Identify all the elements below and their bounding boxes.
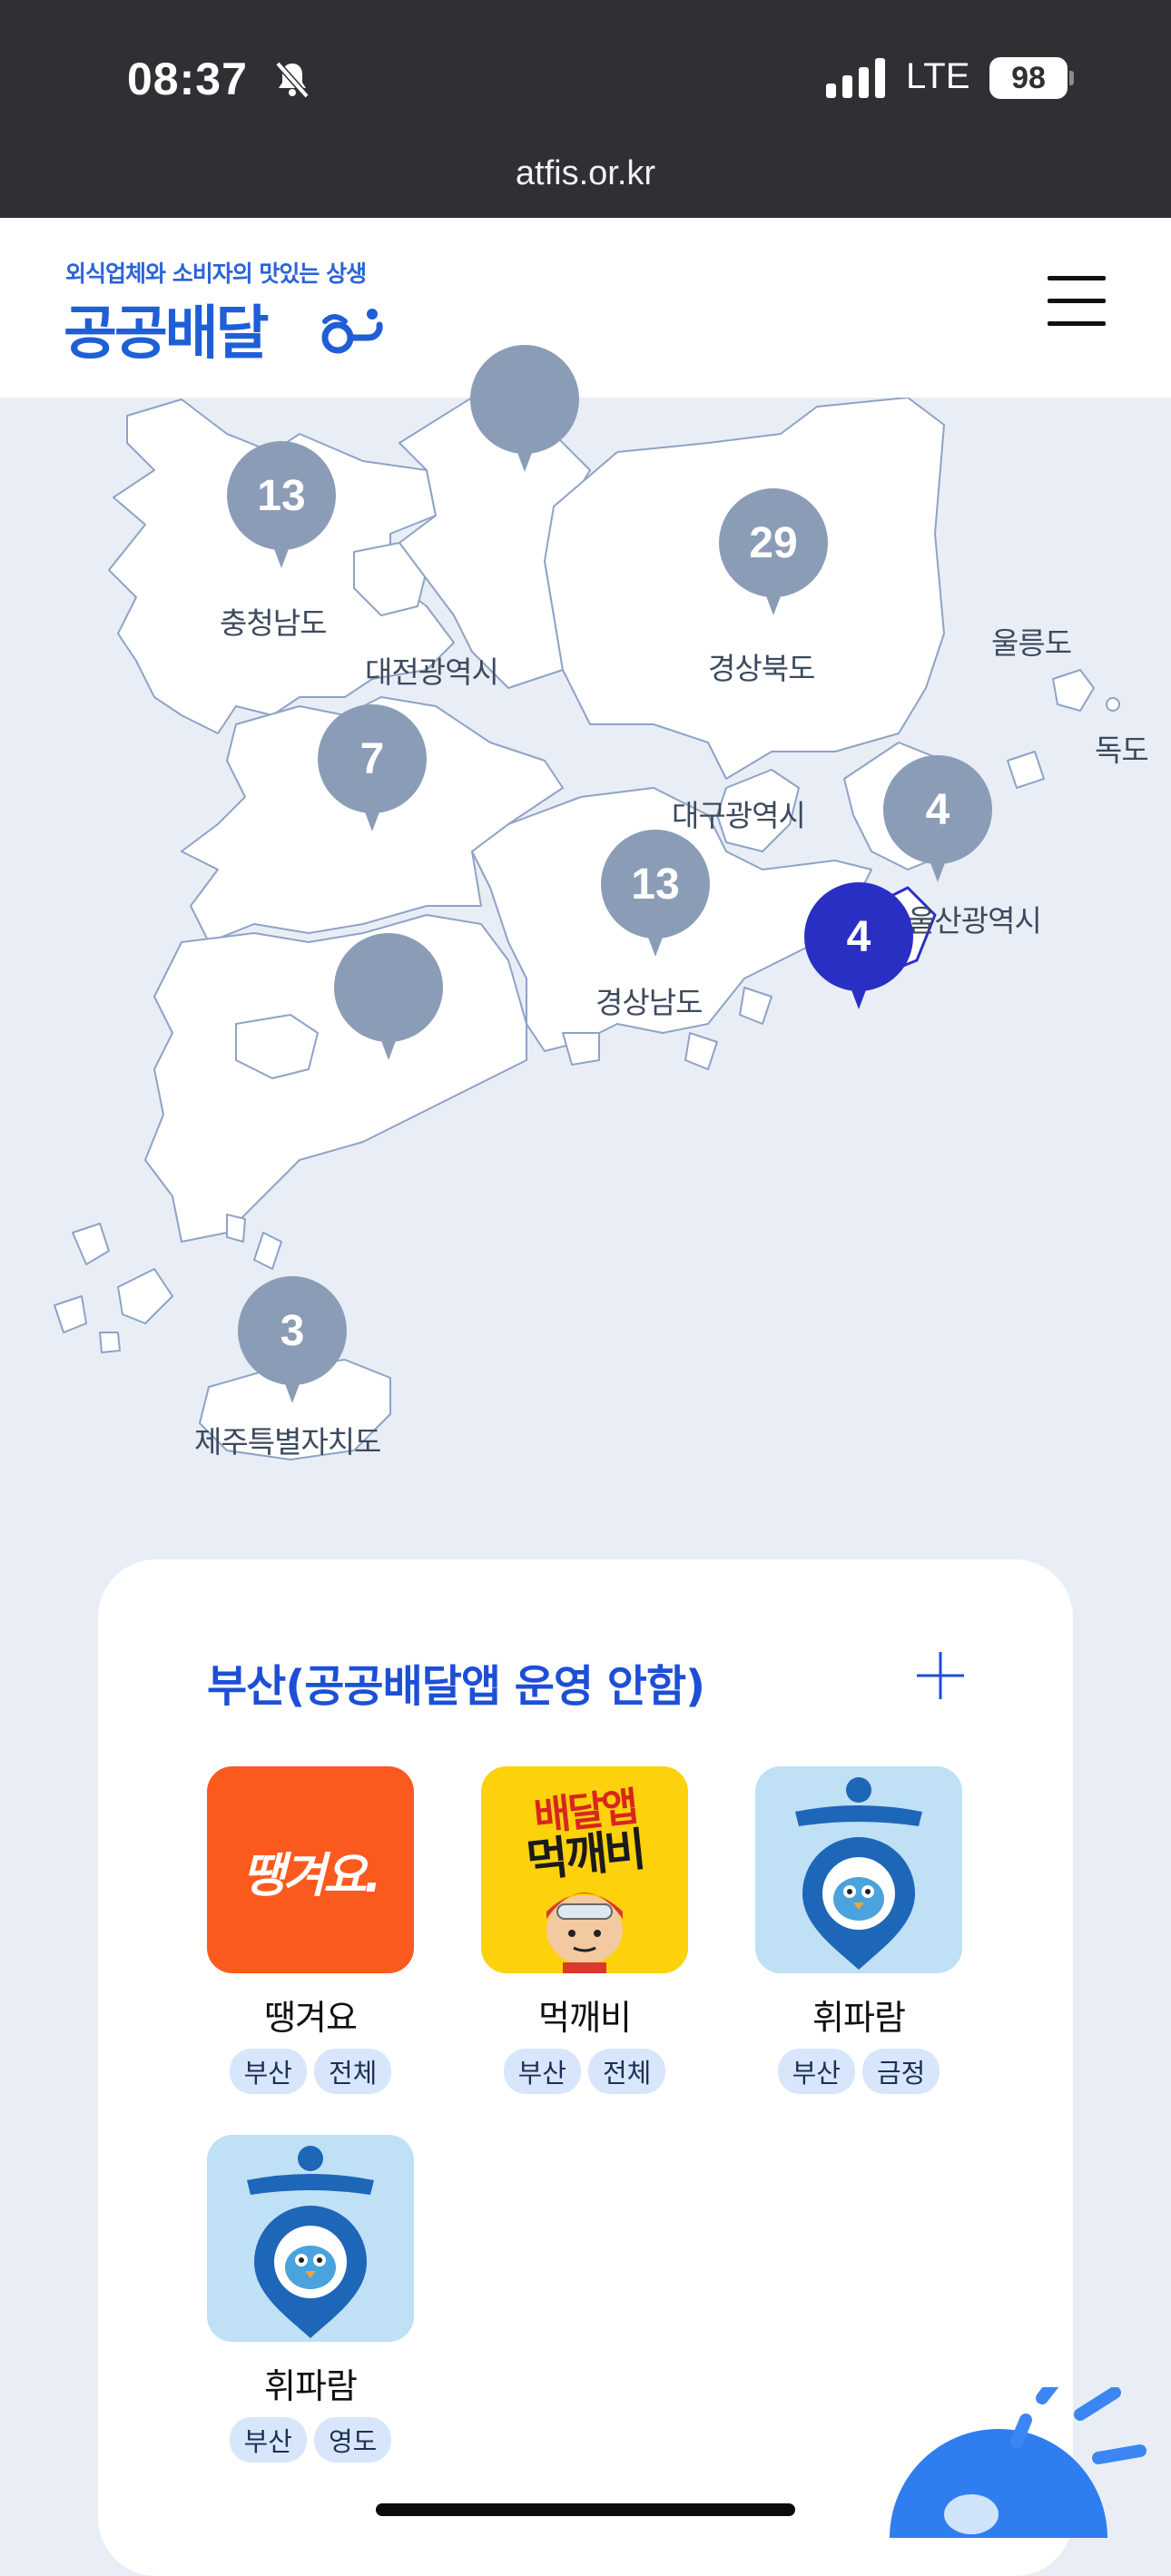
app-name: 휘파람 [264,2366,358,2406]
region-label-ulsan[interactable]: 울산광역시 [908,897,1042,940]
ttaenggyeoyo-logo-text: 땡겨요. [241,1849,381,1903]
map-marker-busan-selected[interactable]: 4 [804,882,913,1015]
korea-map[interactable]: 충청남도 대전광역시 경상북도 울릉도 독도 대구광역시 울산광역시 경상남도 … [0,345,1171,1559]
bell-muted-icon [275,61,310,99]
mascot-character-icon [546,1893,623,1973]
tag-area: 전체 [588,2049,666,2094]
tag-region: 부산 [229,2417,307,2463]
hamburger-menu-icon[interactable] [1048,276,1106,334]
logo-title[interactable]: 공공배달 [64,287,270,370]
map-marker-gyeongnam[interactable]: 13 [601,830,710,962]
app-name: 휘파람 [812,1998,906,2038]
meokkaebi-app-icon[interactable]: 배달앱 먹깨비 [481,1766,688,1973]
marker-count: 29 [719,488,828,597]
marker-count: 4 [883,755,992,864]
logo-subtitle: 외식업체와 소비자의 맛있는 상생 [65,261,367,287]
region-label-jeju[interactable]: 제주특별자치도 [194,1418,382,1461]
network-type: LTE [906,56,970,96]
hwiparam-app-icon[interactable] [755,1766,962,1973]
map-marker-gyeongbuk[interactable]: 29 [719,488,828,621]
tag-region: 부산 [229,2049,307,2094]
hwiparam-app-icon[interactable] [207,2135,414,2342]
marker-count: 7 [318,704,427,813]
home-indicator[interactable] [376,2503,795,2516]
logo-scooter-icon [321,309,383,354]
battery-icon: 98 [989,57,1068,99]
chatbot-floating-icon[interactable] [835,2387,1171,2538]
ttaenggyeoyo-app-icon[interactable]: 땡겨요. [207,1766,414,1973]
marker-count: 13 [227,441,336,550]
address-bar[interactable]: atfis.or.kr [0,154,1171,193]
region-label-dokdo[interactable]: 독도 [1095,726,1149,770]
panel-title: 부산(공공배달앱 운영 안함) [207,1661,705,1712]
site-header: 외식업체와 소비자의 맛있는 상생 공공배달 [0,218,1171,398]
region-label-daejeon[interactable]: 대전광역시 [365,648,499,692]
region-label-ulleungdo[interactable]: 울릉도 [991,619,1072,663]
map-marker-jeju[interactable]: 3 [238,1276,347,1409]
marker-count: 13 [601,830,710,939]
app-item-hwiparam-yeongdo[interactable]: 휘파람 부산 영도 [207,2135,414,2463]
map-marker-jeonbuk[interactable]: 7 [318,704,427,837]
plus-icon[interactable] [915,1650,966,1701]
battery-level: 98 [1011,60,1046,95]
marker-count [470,345,579,454]
tag-region: 부산 [503,2049,581,2094]
signal-icon [826,58,885,98]
region-label-chungnam[interactable]: 충청남도 [220,599,327,643]
tag-area: 영도 [314,2417,392,2463]
app-name: 먹깨비 [538,1998,632,2038]
app-name: 땡겨요 [264,1998,358,2038]
map-regions [54,398,1120,1460]
tag-region: 부산 [777,2049,855,2094]
tag-area: 전체 [314,2049,392,2094]
marker-count: 3 [238,1276,347,1385]
marker-count [334,933,443,1042]
map-marker-jeonnam[interactable] [334,933,443,1066]
battery-nub [1069,71,1074,85]
map-marker-top[interactable] [470,345,579,477]
map-marker-ulsan[interactable]: 4 [883,755,992,888]
status-bar: 08:37 LTE 98 atfis.or.kr [0,0,1171,218]
map-marker-chungnam[interactable]: 13 [227,441,336,574]
tag-area: 금정 [862,2049,940,2094]
hwiparam-pin-icon [247,2146,374,2338]
region-label-daegu[interactable]: 대구광역시 [672,791,806,835]
hwiparam-pin-icon [795,1777,922,1970]
app-item-meokkaebi[interactable]: 배달앱 먹깨비 먹깨비 부산 전체 [481,1766,688,2094]
region-ulleungdo [1052,669,1095,712]
region-label-gyeongnam[interactable]: 경상남도 [595,978,703,1022]
marker-count: 4 [804,882,913,991]
app-item-ttaenggyeoyo[interactable]: 땡겨요. 땡겨요 부산 전체 [207,1766,414,2094]
app-item-hwiparam-geumjeong[interactable]: 휘파람 부산 금정 [755,1766,962,2094]
status-time: 08:37 [127,54,248,104]
region-label-gyeongbuk[interactable]: 경상북도 [708,644,815,688]
